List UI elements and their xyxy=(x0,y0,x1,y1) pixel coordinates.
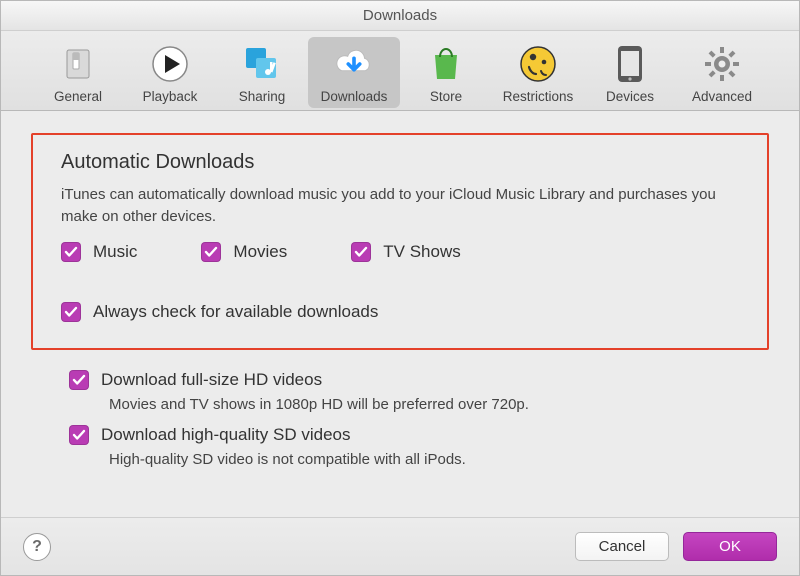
checkbox-hq-sd-row[interactable]: Download high-quality SD videos xyxy=(69,425,739,445)
tab-playback[interactable]: Playback xyxy=(124,37,216,108)
checkbox-tvshows-row[interactable]: TV Shows xyxy=(351,242,460,262)
tab-label: General xyxy=(54,89,102,104)
sharing-icon xyxy=(241,43,283,85)
preferences-toolbar: General Playback Sharing Downloads Store xyxy=(1,31,799,111)
tab-label: Store xyxy=(430,89,462,104)
checkbox-checked-icon xyxy=(61,242,81,262)
tab-advanced[interactable]: Advanced xyxy=(676,37,768,108)
checkbox-music-row[interactable]: Music xyxy=(61,242,137,262)
checkbox-label: Always check for available downloads xyxy=(93,302,378,322)
tab-general[interactable]: General xyxy=(32,37,124,108)
tab-label: Advanced xyxy=(692,89,752,104)
tab-sharing[interactable]: Sharing xyxy=(216,37,308,108)
content-area: Automatic Downloads iTunes can automatic… xyxy=(1,111,799,517)
checkbox-full-hd-row[interactable]: Download full-size HD videos xyxy=(69,370,739,390)
checkbox-label: TV Shows xyxy=(383,242,460,262)
cancel-button[interactable]: Cancel xyxy=(575,532,669,561)
checkbox-checked-icon xyxy=(69,425,89,445)
section-title: Automatic Downloads xyxy=(61,151,739,174)
checkbox-checked-icon xyxy=(351,242,371,262)
tab-store[interactable]: Store xyxy=(400,37,492,108)
window-title: Downloads xyxy=(1,1,799,31)
checkbox-always-check-row[interactable]: Always check for available downloads xyxy=(61,302,739,322)
checkbox-checked-icon xyxy=(201,242,221,262)
gear-icon xyxy=(701,43,743,85)
help-button[interactable]: ? xyxy=(23,533,51,561)
bag-icon xyxy=(425,43,467,85)
checkbox-label: Download full-size HD videos xyxy=(101,370,322,390)
ok-button[interactable]: OK xyxy=(683,532,777,561)
checkbox-checked-icon xyxy=(69,370,89,390)
download-cloud-icon xyxy=(333,43,375,85)
checkbox-checked-icon xyxy=(61,302,81,322)
full-hd-subtext: Movies and TV shows in 1080p HD will be … xyxy=(109,396,739,413)
auto-download-types: Music Movies TV Shows xyxy=(61,242,739,268)
preferences-window: Downloads General Playback Sharing Downl… xyxy=(0,0,800,576)
tab-devices[interactable]: Devices xyxy=(584,37,676,108)
tab-label: Devices xyxy=(606,89,654,104)
tab-label: Restrictions xyxy=(503,89,574,104)
switch-icon xyxy=(57,43,99,85)
video-options: Download full-size HD videos Movies and … xyxy=(31,350,769,490)
play-icon xyxy=(149,43,191,85)
checkbox-label: Movies xyxy=(233,242,287,262)
tab-label: Playback xyxy=(143,89,198,104)
section-description: iTunes can automatically download music … xyxy=(61,184,739,228)
hq-sd-subtext: High-quality SD video is not compatible … xyxy=(109,451,739,468)
tab-label: Sharing xyxy=(239,89,286,104)
device-icon xyxy=(609,43,651,85)
tab-label: Downloads xyxy=(321,89,388,104)
dialog-footer: ? Cancel OK xyxy=(1,517,799,575)
checkbox-movies-row[interactable]: Movies xyxy=(201,242,287,262)
tab-restrictions[interactable]: Restrictions xyxy=(492,37,584,108)
automatic-downloads-section: Automatic Downloads iTunes can automatic… xyxy=(31,133,769,350)
parental-icon xyxy=(517,43,559,85)
checkbox-label: Music xyxy=(93,242,137,262)
checkbox-label: Download high-quality SD videos xyxy=(101,425,350,445)
tab-downloads[interactable]: Downloads xyxy=(308,37,400,108)
